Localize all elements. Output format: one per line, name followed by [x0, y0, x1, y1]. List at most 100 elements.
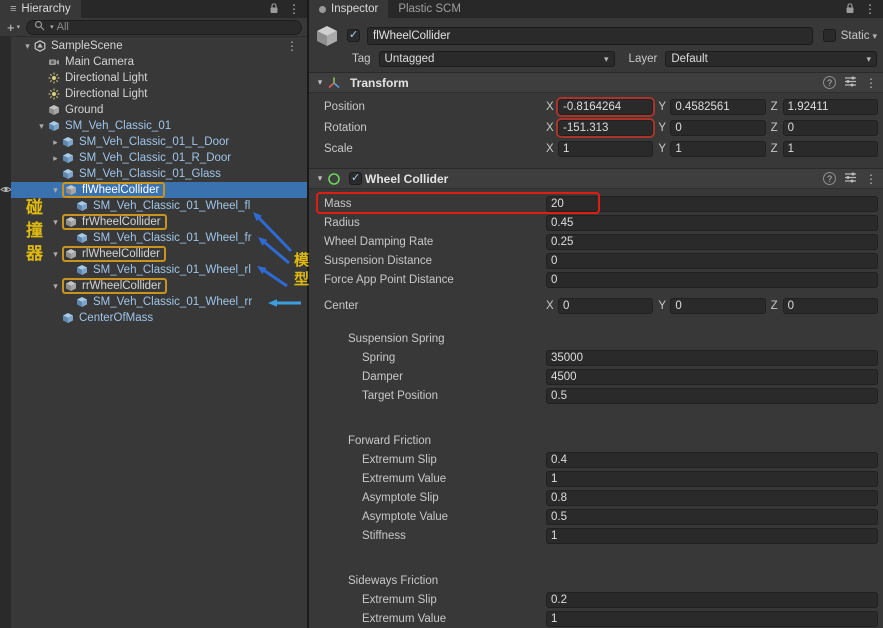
gameobject-cube-icon[interactable]: [315, 24, 339, 48]
foldout-arrow[interactable]: ▾: [49, 281, 62, 292]
hierarchy-item-rrwheelcollider[interactable]: ▾ rrWheelCollider: [11, 278, 307, 294]
transform-header[interactable]: Transform: [309, 72, 883, 93]
scale-z-field[interactable]: 1: [782, 141, 878, 157]
hierarchy-item-ground[interactable]: Ground: [11, 102, 307, 118]
hierarchy-item-directional-light[interactable]: Directional Light: [11, 86, 307, 102]
center-y-field[interactable]: 0: [670, 298, 766, 314]
hierarchy-item-label: SM_Veh_Classic_01_L_Door: [79, 136, 230, 148]
force-app-point-distance-field[interactable]: 0: [546, 272, 878, 288]
add-object-button[interactable]: [7, 21, 20, 34]
hierarchy-tree-area: ▾ SampleScene Main Camera Directional Light…: [0, 37, 307, 628]
foldout-arrow[interactable]: ▾: [21, 41, 34, 52]
foldout-arrow[interactable]: ▾: [49, 185, 62, 196]
rotation-x-field[interactable]: -151.313: [558, 120, 654, 136]
tag-dropdown[interactable]: Untagged: [378, 51, 615, 67]
axis-label: Z: [770, 101, 778, 113]
radius-field[interactable]: 0.45: [546, 215, 878, 231]
foldout-arrow[interactable]: ▾: [35, 121, 48, 132]
presets-icon[interactable]: [844, 75, 857, 91]
hierarchy-item-sm-veh-classic-01-r-door[interactable]: ▸ SM_Veh_Classic_01_R_Door: [11, 150, 307, 166]
hierarchy-item-content: SampleScene: [34, 39, 123, 54]
layer-dropdown[interactable]: Default: [665, 51, 877, 67]
foldout-arrow[interactable]: [313, 77, 327, 88]
hierarchy-item-main-camera[interactable]: Main Camera: [11, 54, 307, 70]
wheel-damping-rate-field[interactable]: 0.25: [546, 234, 878, 250]
extremum-slip-field[interactable]: 0.4: [546, 452, 878, 468]
help-icon[interactable]: [823, 172, 836, 185]
lock-icon[interactable]: [845, 2, 855, 17]
foldout-arrow[interactable]: ▸: [49, 153, 62, 164]
component-enabled-checkbox[interactable]: [349, 171, 362, 185]
cube-gray-icon: [65, 280, 78, 292]
rotation-y-field[interactable]: 0: [670, 120, 766, 136]
foldout-arrow[interactable]: ▾: [49, 217, 62, 228]
kebab-menu-icon[interactable]: [865, 76, 877, 90]
static-checkbox[interactable]: [822, 29, 836, 42]
hierarchy-item-label: SM_Veh_Classic_01_Glass: [79, 168, 221, 180]
position-x-field[interactable]: -0.8164264: [558, 99, 654, 115]
hierarchy-item-sm-veh-classic-01-l-door[interactable]: ▸ SM_Veh_Classic_01_L_Door: [11, 134, 307, 150]
help-icon[interactable]: [823, 76, 836, 89]
tab-hierarchy[interactable]: Hierarchy: [0, 0, 81, 18]
position-y-field[interactable]: 0.4582561: [670, 99, 766, 115]
rotation-z-field[interactable]: 0: [782, 120, 878, 136]
axis-label: Z: [770, 143, 778, 155]
foldout-arrow[interactable]: ▾: [49, 249, 62, 260]
hierarchy-item-sm-veh-classic-01[interactable]: ▾ SM_Veh_Classic_01: [11, 118, 307, 134]
tab-inspector[interactable]: Inspector: [309, 0, 389, 18]
hierarchy-item-sm-veh-classic-01-wheel-rl[interactable]: SM_Veh_Classic_01_Wheel_rl: [11, 262, 307, 278]
vector-fields: X -151.313 Y 0 Z 0: [546, 120, 878, 136]
hierarchy-item-sm-veh-classic-01-glass[interactable]: SM_Veh_Classic_01_Glass: [11, 166, 307, 182]
mass-field[interactable]: 20: [546, 196, 878, 212]
lock-icon[interactable]: [269, 2, 279, 17]
hierarchy-item-rlwheelcollider[interactable]: ▾ rlWheelCollider: [11, 246, 307, 262]
presets-icon[interactable]: [844, 171, 857, 187]
hierarchy-item-label: SM_Veh_Classic_01_Wheel_rr: [93, 296, 253, 308]
damper-field[interactable]: 4500: [546, 369, 878, 385]
wheel-collider-header[interactable]: Wheel Collider: [309, 168, 883, 189]
cube-prefab-icon: [76, 296, 89, 308]
extremum-value-field[interactable]: 1: [546, 611, 878, 627]
name-field[interactable]: flWheelCollider: [367, 26, 813, 45]
stiffness-field[interactable]: 1: [546, 528, 878, 544]
asymptote-slip-field[interactable]: 0.8: [546, 490, 878, 506]
scale-x-field[interactable]: 1: [558, 141, 654, 157]
kebab-menu-icon[interactable]: [864, 2, 876, 16]
hierarchy-item-samplescene[interactable]: ▾ SampleScene: [11, 38, 307, 54]
extremum-value-field[interactable]: 1: [546, 471, 878, 487]
hierarchy-item-sm-veh-classic-01-wheel-rr[interactable]: SM_Veh_Classic_01_Wheel_rr: [11, 294, 307, 310]
center-x-field[interactable]: 0: [558, 298, 654, 314]
center-z-field[interactable]: 0: [782, 298, 878, 314]
property-label: Suspension Spring: [348, 333, 445, 345]
hierarchy-item-content: SM_Veh_Classic_01_L_Door: [62, 135, 229, 150]
transform-row-scale: Scale X 1 Y 1 Z 1: [324, 141, 878, 157]
property-label: Force App Point Distance: [324, 274, 454, 286]
visibility-gutter: [0, 37, 12, 628]
hierarchy-item-sm-veh-classic-01-wheel-fl[interactable]: SM_Veh_Classic_01_Wheel_fl: [11, 198, 307, 214]
search-box[interactable]: All: [26, 19, 302, 35]
hierarchy-item-directional-light[interactable]: Directional Light: [11, 70, 307, 86]
unity-editor: Hierarchy All ▾ SampleScene Main Camera Dir…: [0, 0, 883, 628]
kebab-menu-icon[interactable]: [865, 172, 877, 186]
position-z-field[interactable]: 1.92411: [782, 99, 878, 115]
hierarchy-item-centerofmass[interactable]: CenterOfMass: [11, 310, 307, 326]
hierarchy-item-sm-veh-classic-01-wheel-fr[interactable]: SM_Veh_Classic_01_Wheel_fr: [11, 230, 307, 246]
hierarchy-item-frwheelcollider[interactable]: ▾ frWheelCollider: [11, 214, 307, 230]
foldout-arrow[interactable]: [313, 173, 327, 184]
property-row-wheel-damping-rate: Wheel Damping Rate 0.25: [324, 234, 878, 250]
search-input[interactable]: All: [57, 21, 69, 33]
target-position-field[interactable]: 0.5: [546, 388, 878, 404]
active-checkbox[interactable]: [347, 28, 360, 42]
extremum-slip-field[interactable]: 0.2: [546, 592, 878, 608]
hierarchy-item-flwheelcollider[interactable]: ▾ flWheelCollider: [11, 182, 307, 198]
foldout-arrow[interactable]: ▸: [49, 137, 62, 148]
static-dropdown-arrow[interactable]: [872, 30, 877, 42]
suspension-distance-field[interactable]: 0: [546, 253, 878, 269]
kebab-menu-icon[interactable]: [286, 39, 298, 53]
asymptote-value-field[interactable]: 0.5: [546, 509, 878, 525]
scale-y-field[interactable]: 1: [670, 141, 766, 157]
kebab-menu-icon[interactable]: [288, 2, 300, 16]
spring-field[interactable]: 35000: [546, 350, 878, 366]
tab-plastic-scm[interactable]: Plastic SCM: [388, 0, 471, 18]
